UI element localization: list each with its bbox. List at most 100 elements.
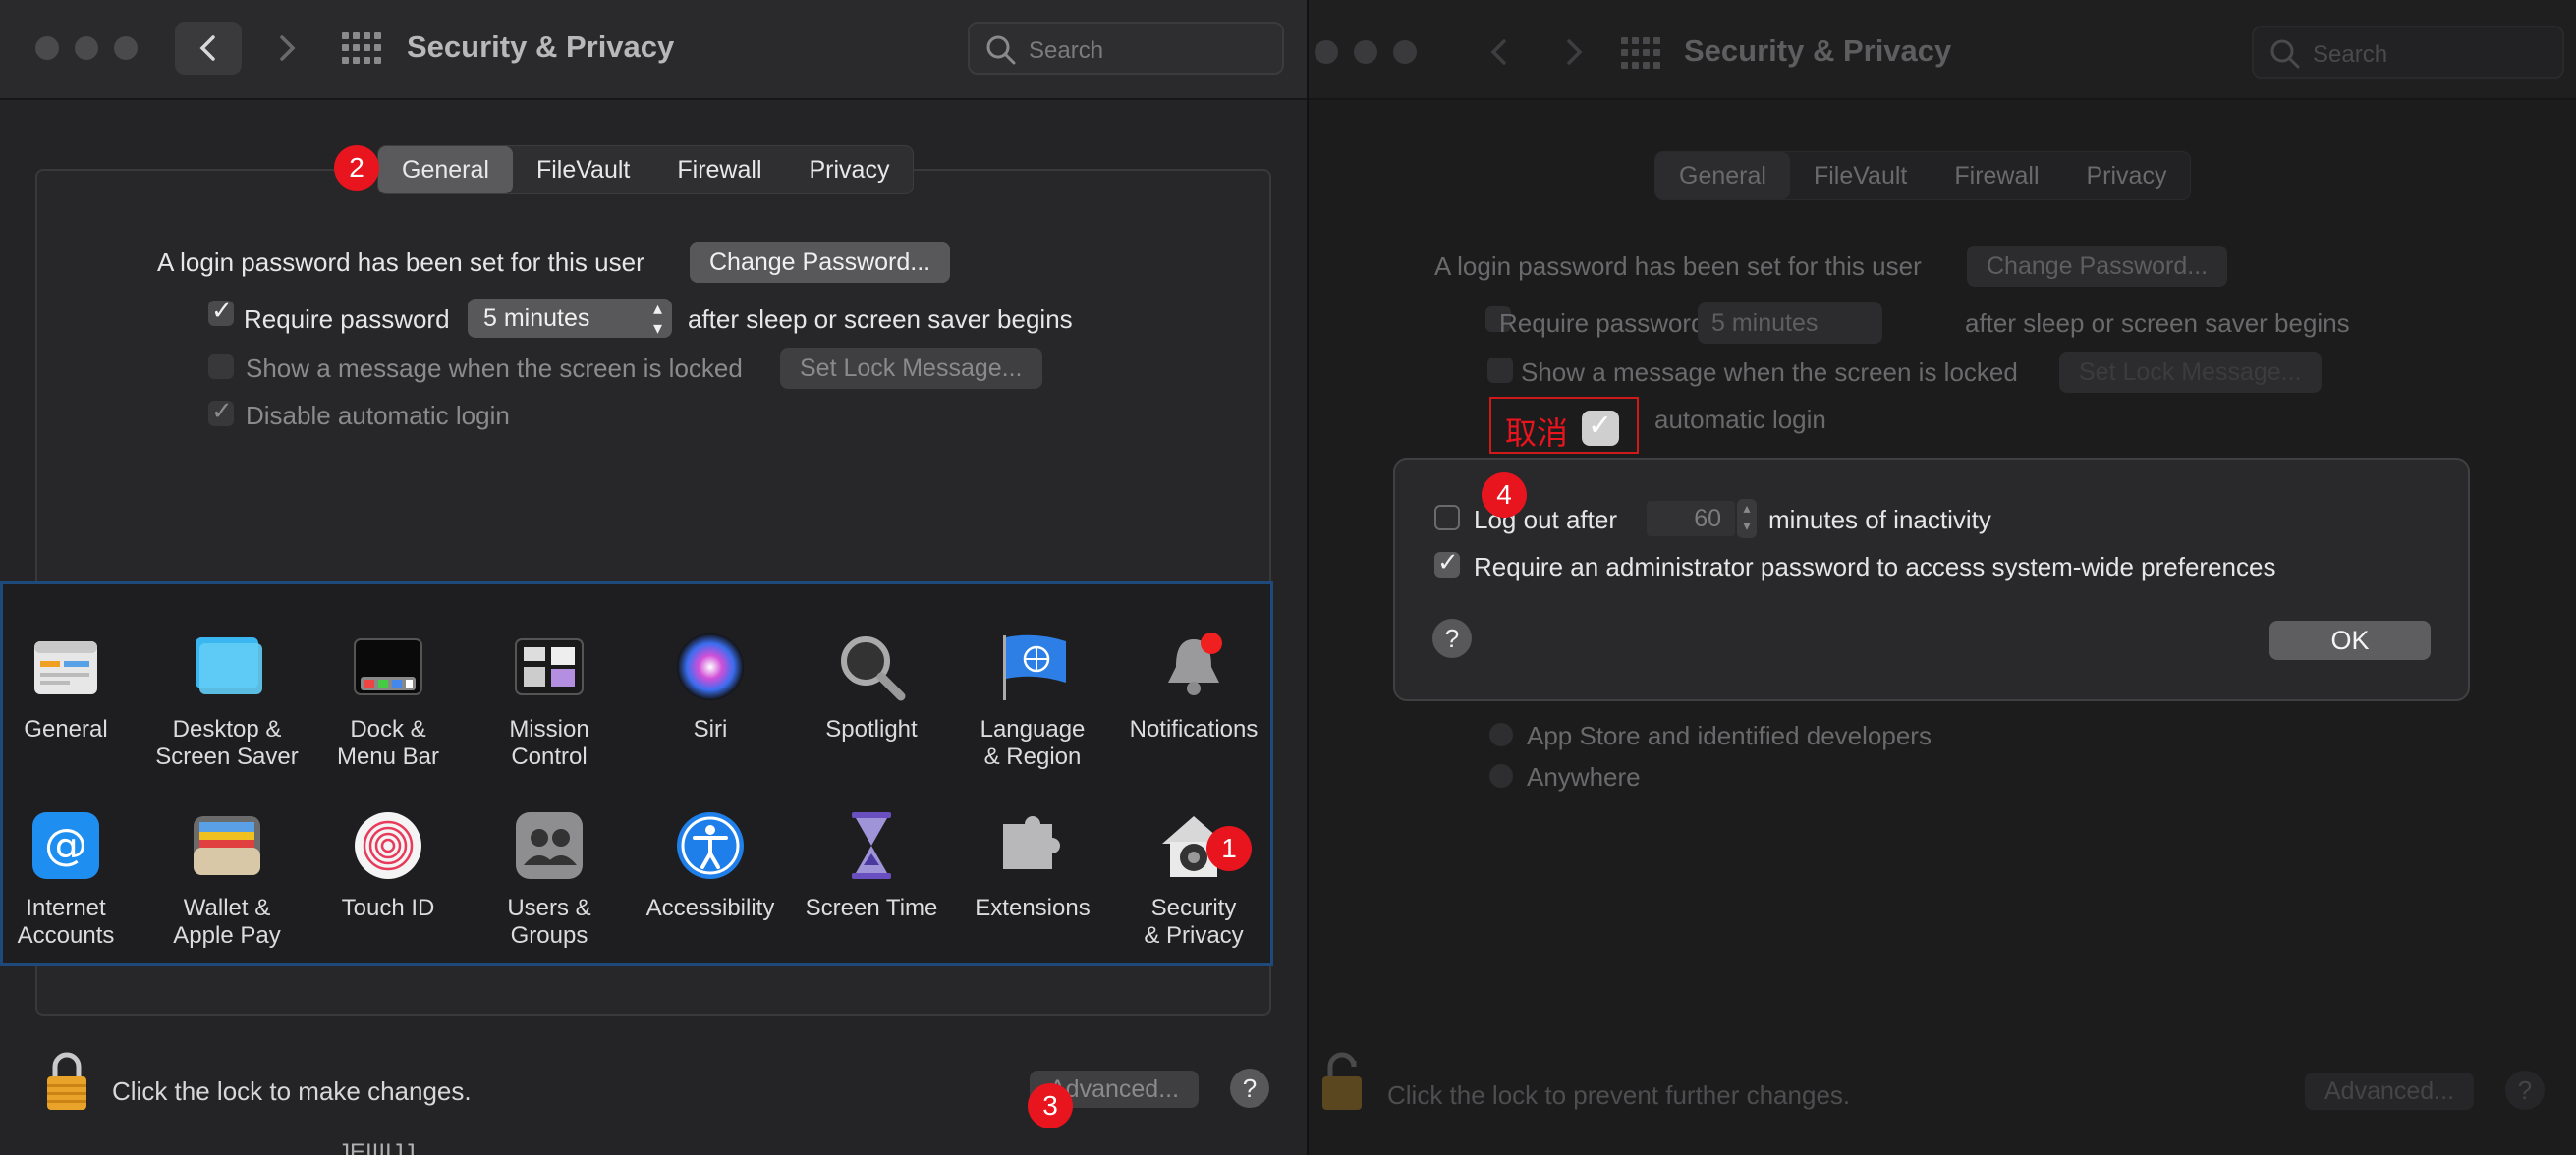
tab-firewall[interactable]: Firewall bbox=[653, 146, 785, 193]
pref-accessibility[interactable]: Accessibility bbox=[632, 810, 789, 922]
security-privacy-window: Security & Privacy Search General FileVa… bbox=[0, 0, 1309, 1155]
search-placeholder: Search bbox=[1029, 37, 1104, 64]
cancel-annotation-label: 取消 bbox=[1505, 414, 1569, 452]
lock-icon[interactable] bbox=[43, 1051, 90, 1112]
tab-firewall[interactable]: Firewall bbox=[1931, 152, 2062, 199]
interval-value: 5 minutes bbox=[483, 304, 590, 332]
pref-wallet-apple-pay[interactable]: Wallet & Apple Pay bbox=[148, 810, 306, 950]
zoom-window-button[interactable] bbox=[114, 36, 138, 60]
minutes-stepper-field[interactable]: 60 bbox=[1647, 501, 1735, 536]
help-button[interactable]: ? bbox=[1230, 1069, 1269, 1108]
ok-button[interactable]: OK bbox=[2269, 621, 2431, 660]
pref-label-2: Control bbox=[511, 743, 588, 770]
anywhere-radio[interactable] bbox=[1489, 764, 1513, 788]
pref-label: Extensions bbox=[975, 895, 1091, 921]
pref-siri[interactable]: Siri bbox=[632, 632, 789, 743]
siri-icon bbox=[673, 632, 748, 702]
wallet-icon bbox=[190, 810, 264, 881]
language-icon bbox=[995, 632, 1070, 702]
unlocked-lock-icon[interactable] bbox=[1318, 1051, 1366, 1112]
select-arrows-icon: ▴ ▾ bbox=[652, 299, 662, 338]
users-icon bbox=[512, 810, 587, 881]
annotation-badge-4: 4 bbox=[1482, 472, 1527, 518]
set-lock-message-button[interactable]: Set Lock Message... bbox=[2059, 352, 2322, 393]
minimize-window-button[interactable] bbox=[75, 36, 98, 60]
show-message-checkbox[interactable] bbox=[1487, 358, 1513, 383]
window-title: Security & Privacy bbox=[1684, 33, 1952, 68]
tab-privacy[interactable]: Privacy bbox=[2063, 152, 2191, 199]
tab-general[interactable]: General bbox=[1655, 152, 1790, 199]
disable-auto-login-checkbox-highlight[interactable]: ✓ bbox=[1582, 409, 1619, 446]
forward-button[interactable] bbox=[1540, 26, 1599, 79]
close-window-button[interactable] bbox=[1315, 40, 1338, 64]
require-password-interval-select[interactable]: 5 minutes ▴ ▾ bbox=[468, 299, 672, 338]
accessibility-icon bbox=[673, 810, 748, 881]
require-password-checkbox[interactable] bbox=[208, 297, 234, 326]
advanced-settings-sheet: Log out after 60 ▴ ▾ minutes of inactivit… bbox=[1393, 458, 2470, 701]
log-out-after-checkbox[interactable] bbox=[1434, 505, 1460, 530]
tab-filevault[interactable]: FileVault bbox=[1790, 152, 1931, 199]
search-field[interactable]: Search bbox=[968, 22, 1284, 75]
spotlight-icon bbox=[834, 632, 909, 702]
pref-general[interactable]: General bbox=[0, 632, 144, 743]
require-password-label: Require password bbox=[1499, 308, 1706, 338]
advanced-button[interactable]: Advanced... bbox=[2305, 1072, 2475, 1110]
forward-button[interactable] bbox=[253, 22, 312, 75]
pref-label: Security bbox=[1150, 895, 1237, 921]
tab-privacy[interactable]: Privacy bbox=[786, 146, 914, 193]
pref-users-groups[interactable]: Users & Groups bbox=[471, 810, 628, 950]
pref-label: Internet bbox=[26, 895, 106, 921]
pref-language-region[interactable]: Language & Region bbox=[954, 632, 1111, 771]
help-button[interactable]: ? bbox=[2505, 1071, 2545, 1110]
search-icon bbox=[986, 35, 1016, 65]
pref-touch-id[interactable]: Touch ID bbox=[309, 810, 467, 922]
close-window-button[interactable] bbox=[35, 36, 59, 60]
login-password-label: A login password has been set for this u… bbox=[1434, 251, 1922, 281]
pref-security-privacy[interactable]: Security & Privacy bbox=[1115, 810, 1272, 950]
title-bar: Security & Privacy Search bbox=[1309, 0, 2576, 100]
tab-general[interactable]: General bbox=[378, 146, 513, 193]
pref-label: Notifications bbox=[1129, 716, 1259, 742]
back-button[interactable] bbox=[1466, 26, 1525, 79]
minimize-window-button[interactable] bbox=[1354, 40, 1377, 64]
require-admin-password-label: Require an administrator password to acc… bbox=[1474, 552, 2276, 581]
after-sleep-label: after sleep or screen saver begins bbox=[1965, 308, 2350, 338]
help-button[interactable]: ? bbox=[1432, 619, 1472, 658]
interval-value: 5 minutes bbox=[1711, 309, 1819, 337]
set-lock-message-button[interactable]: Set Lock Message... bbox=[780, 348, 1042, 389]
change-password-button[interactable]: Change Password... bbox=[690, 242, 951, 283]
pref-extensions[interactable]: Extensions bbox=[954, 810, 1111, 922]
disable-auto-login-checkbox[interactable] bbox=[208, 397, 234, 426]
pref-dock-menu-bar[interactable]: Dock & Menu Bar bbox=[309, 632, 467, 771]
disable-auto-login-label: automatic login bbox=[1654, 405, 1826, 434]
pref-notifications[interactable]: Notifications bbox=[1115, 632, 1272, 743]
pref-label: General bbox=[24, 716, 108, 742]
back-button[interactable] bbox=[175, 22, 242, 75]
zoom-window-button[interactable] bbox=[1393, 40, 1417, 64]
pref-label: Mission bbox=[509, 716, 589, 742]
show-all-grid-icon[interactable] bbox=[1621, 37, 1660, 71]
chevron-right-icon bbox=[280, 35, 296, 61]
checkmark-icon: ✓ bbox=[1588, 409, 1613, 443]
chevron-left-icon bbox=[1490, 39, 1506, 65]
internet-accounts-icon: @ bbox=[28, 810, 103, 881]
require-password-interval-select[interactable]: 5 minutes bbox=[1698, 302, 1882, 344]
search-placeholder: Search bbox=[2313, 41, 2388, 68]
minutes-stepper-arrows-icon[interactable]: ▴ ▾ bbox=[1737, 499, 1757, 538]
change-password-button[interactable]: Change Password... bbox=[1967, 246, 2228, 287]
tab-filevault[interactable]: FileVault bbox=[513, 146, 653, 193]
require-password-label: Require password bbox=[244, 304, 450, 334]
pref-mission-control[interactable]: Mission Control bbox=[471, 632, 628, 771]
pref-spotlight[interactable]: Spotlight bbox=[793, 632, 950, 743]
pref-desktop-screen-saver[interactable]: Desktop & Screen Saver bbox=[148, 632, 306, 771]
pref-label-2: Groups bbox=[510, 922, 588, 949]
annotation-badge-2: 2 bbox=[334, 145, 379, 191]
pref-internet-accounts[interactable]: @ Internet Accounts bbox=[0, 810, 144, 950]
search-field[interactable]: Search bbox=[2252, 26, 2564, 79]
require-admin-password-checkbox[interactable] bbox=[1434, 548, 1460, 578]
show-message-checkbox[interactable] bbox=[208, 354, 234, 379]
pref-screen-time[interactable]: Screen Time bbox=[793, 810, 950, 922]
touch-id-icon bbox=[351, 810, 425, 881]
show-all-grid-icon[interactable] bbox=[342, 32, 381, 66]
app-store-radio[interactable] bbox=[1489, 723, 1513, 746]
